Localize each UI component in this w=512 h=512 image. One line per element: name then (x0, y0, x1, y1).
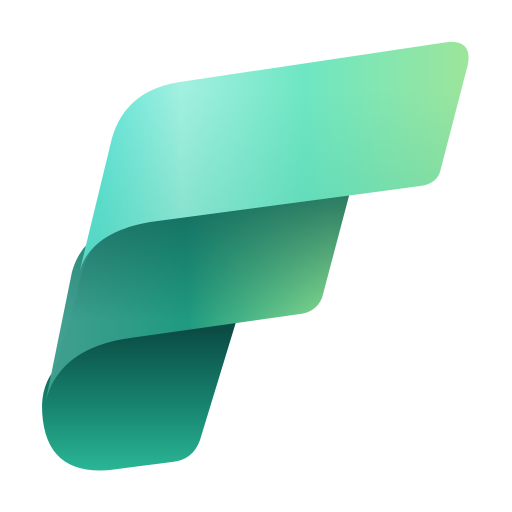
logo-canvas (0, 0, 512, 512)
fabric-f-logo-icon (42, 41, 469, 471)
